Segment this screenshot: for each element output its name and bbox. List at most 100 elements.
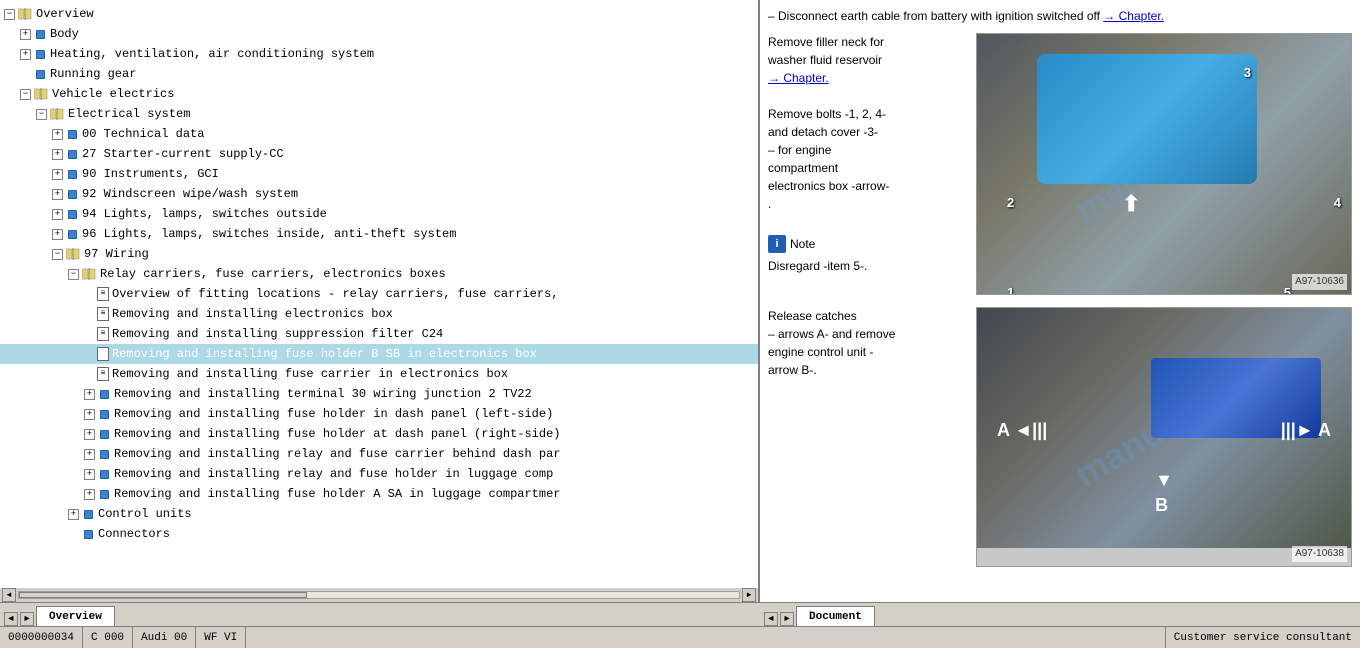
expand-icon-running-gear[interactable] [20,68,31,80]
text-engine1: – for engine [768,141,968,159]
expand-icon-overview[interactable]: − [4,9,15,20]
tree-item-removing-fuse-carrier[interactable]: ≡Removing and installing fuse carrier in… [0,364,758,384]
tree-item-control-units[interactable]: +Control units [0,504,758,524]
expand-icon-control-units[interactable]: + [68,509,79,520]
tab-document[interactable]: Document [796,606,875,626]
expand-icon-97-wiring[interactable]: − [52,249,63,260]
expand-icon-connectors[interactable] [68,528,79,540]
expand-icon-removing-suppression[interactable] [84,328,95,340]
nav-arrow-left[interactable]: ◄ [4,612,18,626]
main-area: − Overview+Body+Heating, ventilation, air… [0,0,1360,602]
left-panel: − Overview+Body+Heating, ventilation, air… [0,0,760,602]
book-icon-relay-carriers [81,267,97,281]
expand-icon-removing-fuse-dash-left[interactable]: + [84,409,95,420]
tree-item-removing-fuse-dash-right[interactable]: +Removing and installing fuse holder at … [0,424,758,444]
chapter-link-1[interactable]: → Chapter. [1103,9,1164,23]
tree-item-connectors[interactable]: Connectors [0,524,758,544]
text-bolts: Remove bolts -1, 2, 4- [768,105,968,123]
nav-arrow-right[interactable]: ► [20,612,34,626]
tree-item-00-tech[interactable]: +00 Technical data [0,124,758,144]
tree-item-removing-terminal30[interactable]: +Removing and installing terminal 30 wir… [0,384,758,404]
diamond-icon-removing-fuse-sa [97,487,111,501]
tree-item-hvac[interactable]: +Heating, ventilation, air conditioning … [0,44,758,64]
scroll-right-btn[interactable]: ► [742,588,756,602]
expand-icon-electrical-system[interactable]: − [36,109,47,120]
doc-icon-removing-fuse-sb: ≡ [97,347,109,361]
label-2: 2 [1007,194,1014,212]
nav-arrow-doc-left[interactable]: ◄ [764,612,778,626]
expand-icon-96-lights-in[interactable]: + [52,229,63,240]
status-seg3: Audi 00 [133,627,196,648]
tree-item-removing-relay-dash[interactable]: + Removing and installing relay and fuse … [0,444,758,464]
expand-icon-relay-carriers[interactable]: − [68,269,79,280]
expand-icon-removing-fuse-sb[interactable] [84,348,95,360]
label-connectors: Connectors [98,525,170,543]
text-engine-ctrl: engine control unit - [768,343,968,361]
tree-item-removing-fuse-sb[interactable]: ≡Removing and installing fuse holder B S… [0,344,758,364]
expand-icon-overview-fitting[interactable] [84,288,95,300]
diamond-icon-92-windscreen [65,187,79,201]
hscroll-thumb[interactable] [19,592,307,598]
expand-icon-27-starter[interactable]: + [52,149,63,160]
expand-icon-94-lights-out[interactable]: + [52,209,63,220]
tree-item-97-wiring[interactable]: −97 Wiring [0,244,758,264]
text-release: Release catches [768,307,968,325]
nav-arrow-doc-right[interactable]: ► [780,612,794,626]
expand-icon-removing-terminal30[interactable]: + [84,389,95,400]
diamond-icon-removing-fuse-dash-right [97,427,111,441]
engine-image-bottom: manuais.co A ◄||| |||► A ▼B A97-10638 [976,307,1352,567]
tree-item-body[interactable]: +Body [0,24,758,44]
expand-icon-removing-relay-luggage[interactable]: + [84,469,95,480]
expand-icon-removing-relay-dash[interactable]: + [84,449,95,460]
expand-icon-90-instruments[interactable]: + [52,169,63,180]
label-removing-relay-dash: Removing and installing relay and fuse c… [114,445,560,463]
tree-item-removing-relay-luggage[interactable]: +Removing and installing relay and fuse … [0,464,758,484]
label-92-windscreen: 92 Windscreen wipe/wash system [82,185,298,203]
diamond-icon-27-starter [65,147,79,161]
chapter-link-2[interactable]: → Chapter. [768,69,968,87]
label-overview: Overview [36,5,94,23]
tree-item-96-lights-in[interactable]: +96 Lights, lamps, switches inside, anti… [0,224,758,244]
status-code: 0000000034 [8,632,74,644]
diamond-icon-body [33,27,47,41]
tree-item-removing-fuse-dash-left[interactable]: + Removing and installing fuse holder in … [0,404,758,424]
engine-image-top: manuais.co 1 2 3 4 5 ⬆ A97-10636 [976,33,1352,295]
diamond-icon-00-tech [65,127,79,141]
tree-item-94-lights-out[interactable]: +94 Lights, lamps, switches outside [0,204,758,224]
label-b: ▼B [1155,468,1173,518]
tree-item-90-instruments[interactable]: +90 Instruments, GCI [0,164,758,184]
tab-overview[interactable]: Overview [36,606,115,626]
diamond-icon-running-gear [33,67,47,81]
expand-icon-removing-electronics[interactable] [84,308,95,320]
tree-item-overview[interactable]: − Overview [0,4,758,24]
tree-item-removing-fuse-sa[interactable]: +Removing and installing fuse holder A S… [0,484,758,504]
label-removing-fuse-dash-left: Removing and installing fuse holder in d… [114,405,553,423]
tree-item-vehicle-electrics[interactable]: − Vehicle electrics [0,84,758,104]
expand-icon-removing-fuse-sa[interactable]: + [84,489,95,500]
scroll-left-btn[interactable]: ◄ [2,588,16,602]
book-icon-electrical-system [49,107,65,121]
expand-icon-00-tech[interactable]: + [52,129,63,140]
tree-item-removing-electronics[interactable]: ≡Removing and installing electronics box [0,304,758,324]
tree-item-removing-suppression[interactable]: ≡Removing and installing suppression fil… [0,324,758,344]
expand-icon-removing-fuse-carrier[interactable] [84,368,95,380]
expand-icon-vehicle-electrics[interactable]: − [20,89,31,100]
tree-item-92-windscreen[interactable]: +92 Windscreen wipe/wash system [0,184,758,204]
tree-item-running-gear[interactable]: Running gear [0,64,758,84]
hscroll-track[interactable] [18,591,740,599]
expand-icon-removing-fuse-dash-right[interactable]: + [84,429,95,440]
expand-icon-body[interactable]: + [20,29,31,40]
tree-item-27-starter[interactable]: +27 Starter-current supply-CC [0,144,758,164]
expand-icon-92-windscreen[interactable]: + [52,189,63,200]
label-a-right: |||► A [1281,418,1331,443]
status-seg2: C 000 [83,627,133,648]
label-00-tech: 00 Technical data [82,125,204,143]
tree-item-electrical-system[interactable]: −Electrical system [0,104,758,124]
label-vehicle-electrics: Vehicle electrics [52,85,174,103]
tree-item-relay-carriers[interactable]: −Relay carriers, fuse carriers, electron… [0,264,758,284]
tree-item-overview-fitting[interactable]: ≡Overview of fitting locations - relay c… [0,284,758,304]
label-removing-fuse-carrier: Removing and installing fuse carrier in … [112,365,508,383]
expand-icon-hvac[interactable]: + [20,49,31,60]
status-seg1: 0000000034 [0,627,83,648]
label-removing-electronics: Removing and installing electronics box [112,305,393,323]
